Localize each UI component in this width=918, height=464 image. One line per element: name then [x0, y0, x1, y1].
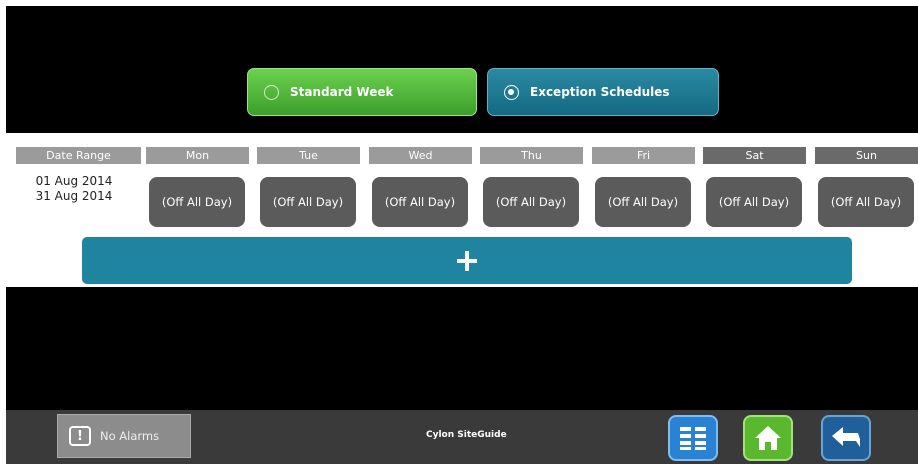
alarm-button[interactable]: ! No Alarms: [57, 414, 191, 458]
day-button-sun[interactable]: (Off All Day): [818, 177, 914, 227]
list-icon: [680, 427, 706, 450]
back-arrow-icon: [832, 427, 860, 447]
header-sun: Sun: [815, 147, 918, 164]
alarm-label: No Alarms: [100, 429, 160, 443]
plus-icon: [457, 250, 477, 271]
alarm-icon: !: [69, 426, 91, 446]
day-button-mon[interactable]: (Off All Day): [149, 177, 245, 227]
day-button-sat[interactable]: (Off All Day): [706, 177, 802, 227]
date-range-cell: 01 Aug 2014 31 Aug 2014: [24, 174, 124, 204]
day-button-tue[interactable]: (Off All Day): [260, 177, 356, 227]
back-button[interactable]: [821, 415, 871, 461]
header-date-range: Date Range: [16, 147, 141, 164]
standard-week-label: Standard Week: [290, 85, 394, 99]
day-button-thu[interactable]: (Off All Day): [483, 177, 579, 227]
day-button-fri[interactable]: (Off All Day): [595, 177, 691, 227]
end-date: 31 Aug 2014: [35, 189, 113, 203]
start-date: 01 Aug 2014: [35, 174, 113, 188]
radio-unselected-icon: [264, 84, 279, 100]
brand-label: Cylon SiteGuide: [426, 430, 507, 440]
screen: Standard Week Exception Schedules Date R…: [6, 6, 918, 464]
exception-schedules-button[interactable]: Exception Schedules: [487, 68, 719, 116]
exception-schedules-label: Exception Schedules: [530, 85, 670, 99]
standard-week-button[interactable]: Standard Week: [247, 68, 477, 116]
day-button-wed[interactable]: (Off All Day): [372, 177, 468, 227]
home-button[interactable]: [743, 415, 793, 461]
header-wed: Wed: [369, 147, 472, 164]
radio-selected-icon: [504, 84, 519, 100]
header-fri: Fri: [592, 147, 695, 164]
header-mon: Mon: [146, 147, 249, 164]
schedule-panel: Date Range Mon Tue Wed Thu Fri Sat Sun 0…: [6, 133, 918, 287]
list-button[interactable]: [668, 415, 718, 461]
header-tue: Tue: [257, 147, 360, 164]
home-icon: [755, 426, 781, 450]
add-schedule-button[interactable]: [82, 237, 852, 284]
header-sat: Sat: [703, 147, 806, 164]
header-thu: Thu: [480, 147, 583, 164]
bottom-bar: ! No Alarms Cylon SiteGuide: [6, 410, 918, 464]
